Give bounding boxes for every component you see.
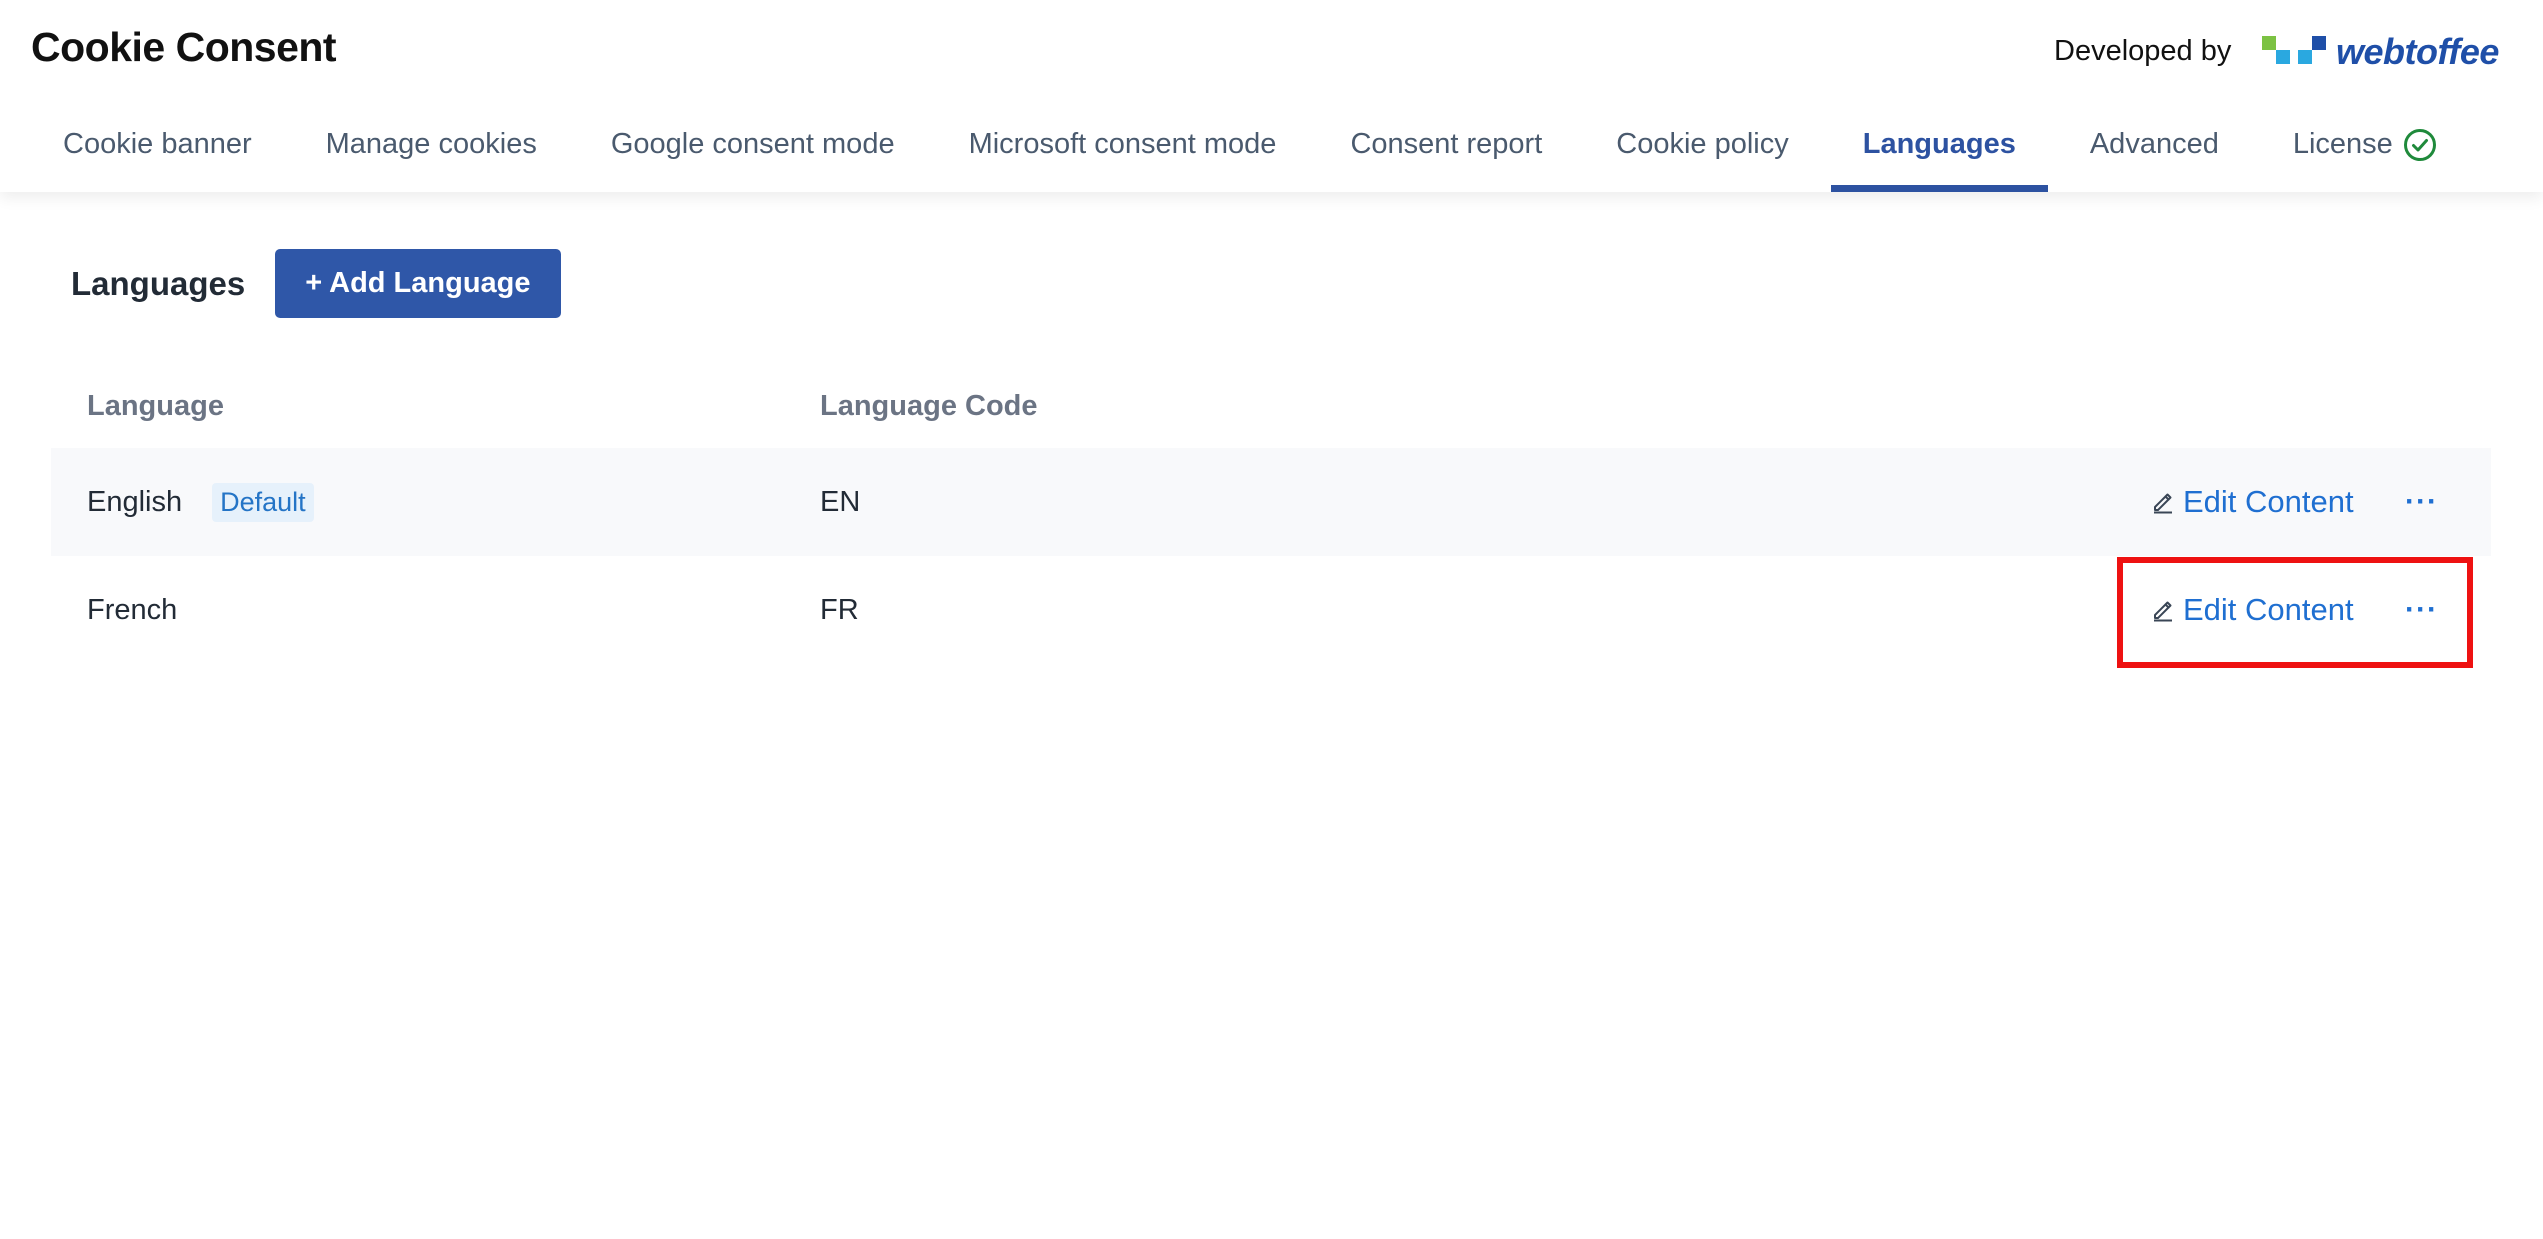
tab-cookie-banner[interactable]: Cookie banner [31,112,284,192]
section-title: Languages [71,264,246,302]
languages-header: Languages + Add Language [71,249,561,318]
language-cell: English Default [87,448,314,556]
language-cell: French [87,556,177,664]
brand-logo-icon [2262,32,2328,72]
check-circle-icon [2403,129,2436,161]
tab-microsoft-consent-mode[interactable]: Microsoft consent mode [937,112,1309,192]
edit-content-label: Edit Content [2183,484,2354,519]
add-language-button[interactable]: + Add Language [275,249,561,318]
tab-label: Advanced [2089,128,2219,160]
table-row: English Default EN Edit Content ··· [51,448,2491,556]
language-name: English [87,485,183,518]
tab-label: Manage cookies [325,128,537,160]
column-header-language-code: Language Code [820,390,1038,422]
tab-label: Cookie policy [1616,128,1789,160]
tab-label: Microsoft consent mode [968,128,1277,160]
main-tabs: Cookie banner Manage cookies Google cons… [31,112,2479,192]
actions-cell: Edit Content [2151,448,2354,556]
language-code-cell: EN [820,485,861,518]
tab-consent-report[interactable]: Consent report [1318,112,1574,192]
language-code-cell: FR [820,593,859,626]
highlight-box [2117,557,2473,668]
developed-by-label: Developed by [2054,35,2232,67]
brand-name: webtoffee [2336,31,2499,72]
webtoffee-logo[interactable]: webtoffee [2262,28,2499,76]
tab-advanced[interactable]: Advanced [2058,112,2251,192]
language-name: French [87,593,178,626]
tab-label: Languages [1862,128,2016,160]
tab-label: Consent report [1350,128,1543,160]
more-options-button[interactable]: ··· [2405,485,2438,519]
tab-label: License [2292,128,2393,160]
tab-manage-cookies[interactable]: Manage cookies [294,112,569,192]
tab-license[interactable]: License [2261,112,2469,192]
edit-content-link[interactable]: Edit Content [2151,484,2354,520]
tab-label: Google consent mode [610,128,895,160]
tab-label: Cookie banner [63,128,252,160]
top-header: Cookie Consent Developed by webtoffee Co… [0,0,2543,192]
pencil-icon [2154,493,2172,514]
tab-cookie-policy[interactable]: Cookie policy [1584,112,1820,192]
more-cell: ··· [2405,448,2438,556]
column-header-language: Language [87,390,224,422]
tab-languages[interactable]: Languages [1830,112,2048,192]
tab-google-consent-mode[interactable]: Google consent mode [579,112,927,192]
table-header: Language Language Code [51,378,2491,448]
app-title: Cookie Consent [31,24,337,70]
default-badge: Default [212,482,314,522]
